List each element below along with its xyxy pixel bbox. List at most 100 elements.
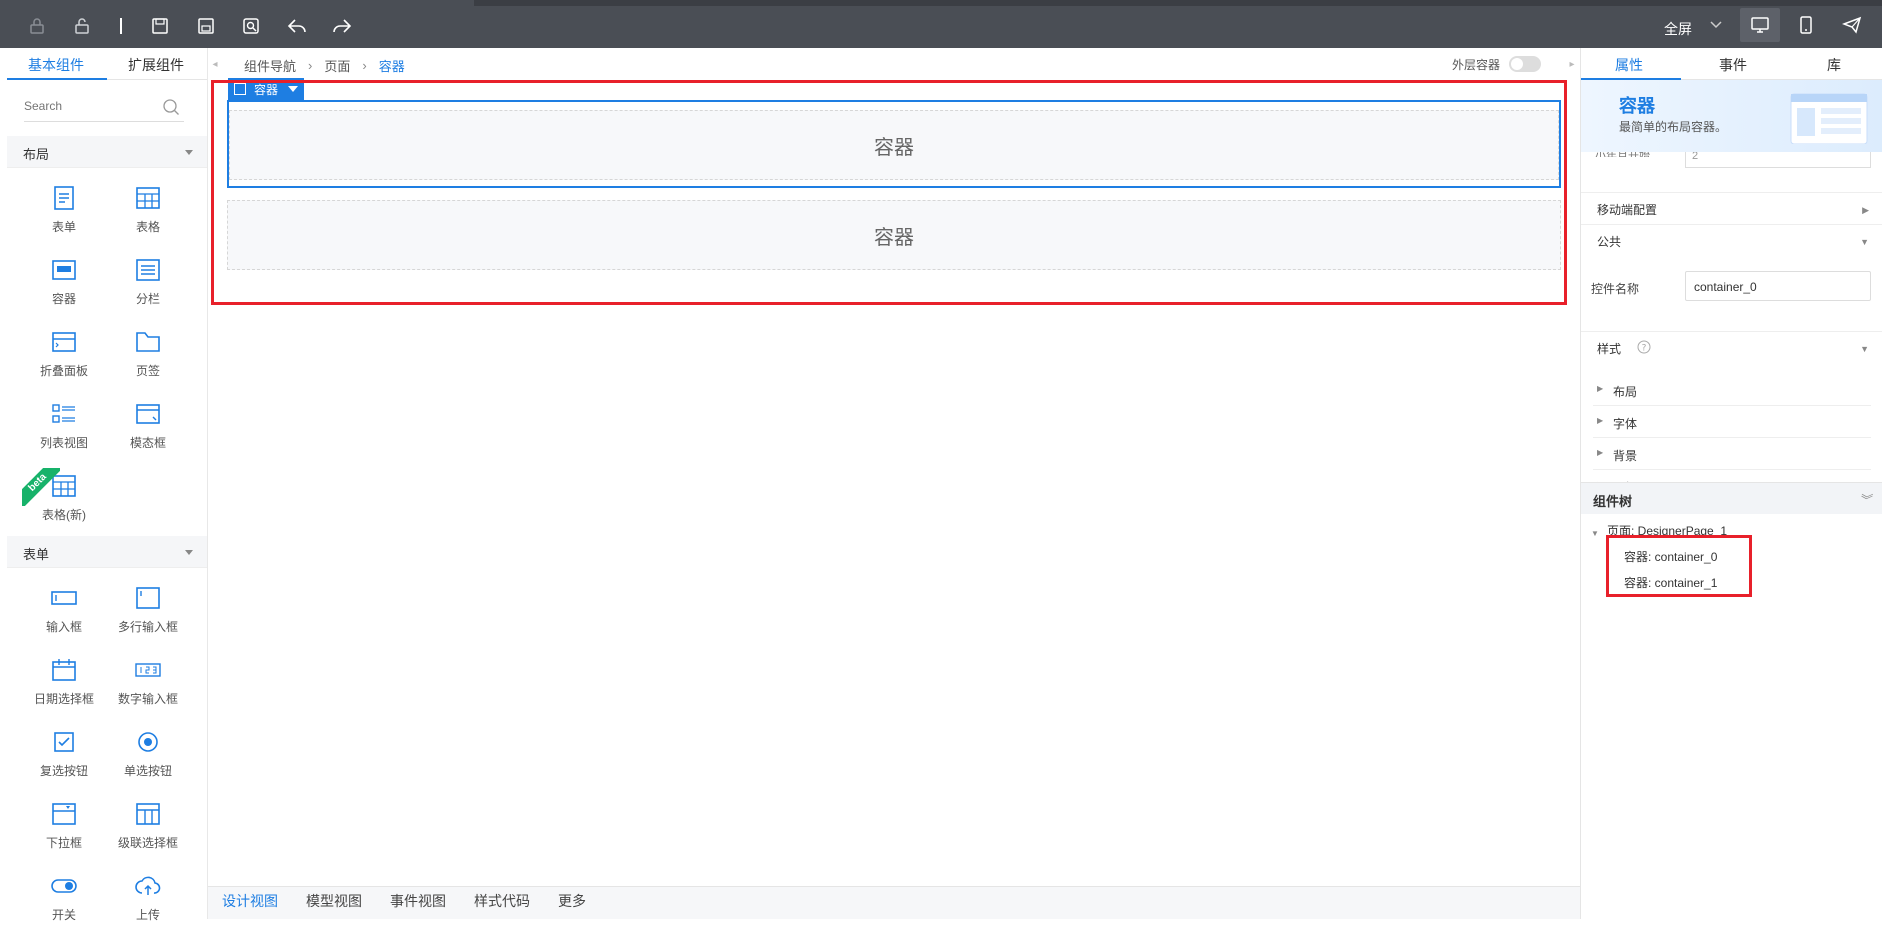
unlock-icon[interactable] <box>70 14 94 38</box>
breadcrumb: 组件导航 › 页面 › 容器 <box>244 56 405 75</box>
tab-style-code[interactable]: 样式代码 <box>460 887 544 919</box>
component-label: 模态框 <box>129 436 166 450</box>
component-radio[interactable]: 单选按钮 <box>106 722 190 782</box>
save-as-icon[interactable] <box>194 14 218 38</box>
component-tree-header[interactable]: 组件树 ︾ <box>1581 482 1882 514</box>
control-name-input[interactable]: container_0 <box>1685 271 1871 301</box>
caret-down-icon <box>185 550 193 555</box>
tab-properties[interactable]: 属性 <box>1615 55 1643 75</box>
banner-subtitle: 最简单的布局容器。 <box>1619 120 1728 134</box>
cascader-icon <box>134 800 162 828</box>
component-tabs[interactable]: 页签 <box>106 322 190 382</box>
component-collapse[interactable]: 折叠面板 <box>22 322 106 382</box>
chevron-right-icon: › <box>308 58 313 73</box>
search-input[interactable] <box>24 92 154 120</box>
chevron-down-icon[interactable] <box>1708 16 1724 32</box>
desktop-icon[interactable] <box>1740 8 1780 42</box>
component-label: 分栏 <box>135 292 160 306</box>
style-font[interactable]: ▶ 字体 <box>1593 406 1871 438</box>
breadcrumb-item[interactable]: 组件导航 <box>244 56 296 75</box>
breadcrumb-current[interactable]: 容器 <box>379 56 405 75</box>
tab-library[interactable]: 库 <box>1827 55 1841 75</box>
save-icon[interactable] <box>148 14 172 38</box>
outer-container-toggle[interactable] <box>1509 56 1541 72</box>
partial-field-input[interactable]: 2 <box>1685 150 1871 168</box>
section-layout[interactable]: 布局 <box>7 136 207 168</box>
tab-model-view[interactable]: 模型视图 <box>292 887 376 919</box>
component-checkbox[interactable]: 复选按钮 <box>22 722 106 782</box>
component-input[interactable]: 输入框 <box>22 578 106 638</box>
columns-icon <box>134 256 162 284</box>
component-select[interactable]: 下拉框 <box>22 794 106 854</box>
caret-right-icon: ▶ <box>1862 205 1869 215</box>
beta-badge: beta <box>22 468 60 506</box>
component-columns[interactable]: 分栏 <box>106 250 190 310</box>
lock-icon[interactable] <box>25 14 49 38</box>
style-background[interactable]: ▶ 背景 <box>1593 438 1871 470</box>
mobile-icon[interactable] <box>1786 8 1826 42</box>
component-modal[interactable]: 模态框 <box>106 394 190 454</box>
section-title: 表单 <box>23 547 50 562</box>
list-view-icon <box>50 400 78 428</box>
section-mobile-config[interactable]: 移动端配置 ▶ <box>1581 192 1882 224</box>
component-tabs: 基本组件 扩展组件 <box>7 48 207 80</box>
style-border[interactable]: ▶边框 <box>1593 470 1871 482</box>
component-upload[interactable]: 上传 <box>106 866 190 926</box>
style-item-label: 背景 <box>1613 449 1638 463</box>
section-common[interactable]: 公共 ▼ <box>1581 224 1882 256</box>
component-label: 下拉框 <box>45 836 82 850</box>
publish-icon[interactable] <box>1832 8 1872 42</box>
tabs-icon <box>134 328 162 356</box>
toolbar-strip <box>474 0 1882 6</box>
component-date[interactable]: 日期选择框 <box>22 650 106 710</box>
help-icon[interactable]: ? <box>1637 340 1651 354</box>
collapse-left-icon[interactable]: ◂ <box>209 48 221 80</box>
section-title: 公共 <box>1597 235 1622 249</box>
fullscreen-label[interactable]: 全屏 <box>1664 19 1692 39</box>
undo-icon[interactable] <box>285 14 309 38</box>
caret-down-icon[interactable]: ▼ <box>1591 529 1599 538</box>
active-tab-underline <box>7 78 107 80</box>
component-form[interactable]: 表单 <box>22 178 106 238</box>
double-chevron-icon[interactable]: ︾ <box>1859 491 1871 508</box>
redo-icon[interactable] <box>330 14 354 38</box>
component-switch[interactable]: 开关 <box>22 866 106 926</box>
collapse-icon <box>50 328 78 356</box>
form-icon <box>50 184 78 212</box>
caret-right-icon: ▶ <box>1597 384 1604 393</box>
tab-more[interactable]: 更多 <box>544 887 600 919</box>
tab-basic-components[interactable]: 基本组件 <box>28 55 84 75</box>
component-panel: 基本组件 扩展组件 布局 表单 表格 容器 分栏 折叠面板 页签 列表视图 <box>0 48 208 922</box>
component-textarea[interactable]: 多行输入框 <box>106 578 190 638</box>
component-label: 复选按钮 <box>39 764 88 778</box>
checkbox-icon <box>50 728 78 756</box>
component-number[interactable]: 数字输入框 <box>106 650 190 710</box>
style-layout[interactable]: ▶ 布局 <box>1593 374 1871 406</box>
section-form[interactable]: 表单 <box>7 536 207 568</box>
section-title: 样式 <box>1597 342 1622 356</box>
tab-event-view[interactable]: 事件视图 <box>376 887 460 919</box>
component-table[interactable]: 表格 <box>106 178 190 238</box>
component-label: 表格 <box>135 220 160 234</box>
input-icon <box>50 584 78 612</box>
number-icon <box>134 656 162 684</box>
component-label: 表单 <box>51 220 76 234</box>
component-container[interactable]: 容器 <box>22 250 106 310</box>
search-icon[interactable] <box>162 98 180 116</box>
component-label: 日期选择框 <box>33 692 94 706</box>
component-cascader[interactable]: 级联选择框 <box>106 794 190 854</box>
collapse-right-icon[interactable]: ▸ <box>1566 48 1578 80</box>
property-panel: 属性 事件 库 小年月开始 2 容器 最简单的布局容器。 移动端配置 ▶ 公共 … <box>1580 48 1882 919</box>
breadcrumb-item[interactable]: 页面 <box>324 56 350 75</box>
switch-icon <box>50 872 78 900</box>
component-label: 列表视图 <box>39 436 88 450</box>
tab-design-view[interactable]: 设计视图 <box>208 887 292 919</box>
component-list-view[interactable]: 列表视图 <box>22 394 106 454</box>
preview-icon[interactable] <box>239 14 263 38</box>
tab-events[interactable]: 事件 <box>1719 55 1747 75</box>
property-tabs: 属性 事件 库 <box>1581 48 1882 80</box>
tab-extended-components[interactable]: 扩展组件 <box>128 55 184 75</box>
component-label: 多行输入框 <box>117 620 178 634</box>
section-style[interactable]: 样式 ? ▼ <box>1581 331 1882 365</box>
control-name-label: 控件名称 <box>1591 282 1640 296</box>
